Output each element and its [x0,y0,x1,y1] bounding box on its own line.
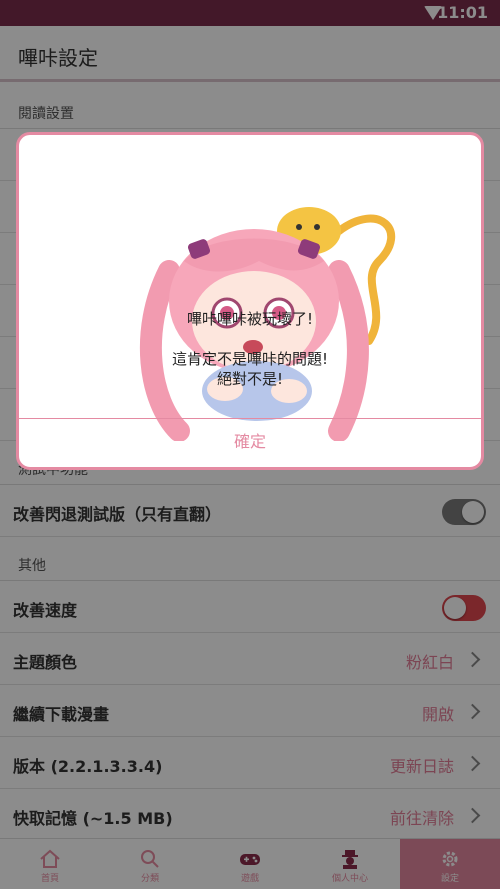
dialog-line-2: 這肯定不是嗶咔的問題! [171,350,328,368]
crash-dialog: 嗶咔嗶咔被玩壞了! 這肯定不是嗶咔的問題! 絕對不是! 確定 [16,132,484,470]
dialog-message: 嗶咔嗶咔被玩壞了! 這肯定不是嗶咔的問題! 絕對不是! [19,309,481,389]
dialog-line-3: 絕對不是! [216,370,283,388]
dialog-line-1: 嗶咔嗶咔被玩壞了! [186,310,313,328]
confirm-button[interactable]: 確定 [19,419,481,467]
